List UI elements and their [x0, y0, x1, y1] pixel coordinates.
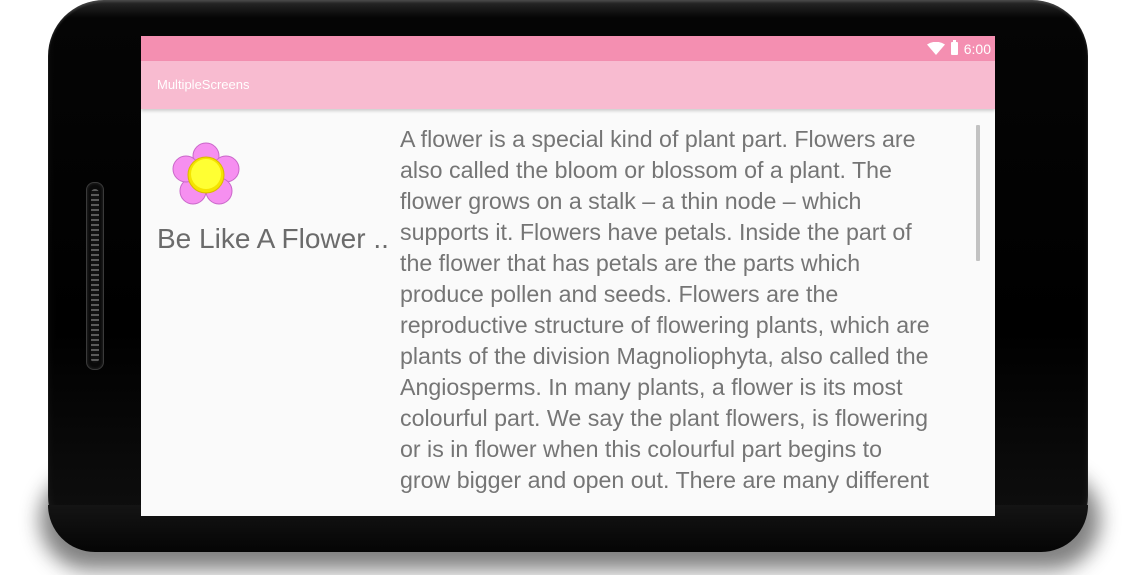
status-icons: 6:00	[926, 36, 991, 61]
description-line: plants of the division Magnoliophyta, al…	[400, 343, 929, 369]
flower-icon	[172, 142, 240, 205]
status-time: 6:00	[963, 40, 991, 57]
description-line: flower grows on a stalk – a thin node – …	[400, 188, 862, 214]
description-line: grow bigger and open out. There are many…	[400, 467, 929, 493]
device-screen: 6:00 MultipleScreens Be Like A Flower ..…	[141, 36, 995, 516]
page-heading: Be Like A Flower ..	[157, 223, 389, 254]
flower-description: A flower is a special kind of plant part…	[400, 124, 978, 496]
app-title: MultipleScreens	[157, 77, 250, 92]
description-line: Angiosperms. In many plants, a flower is…	[400, 374, 903, 400]
description-line: produce pollen and seeds. Flowers are th…	[400, 281, 839, 307]
app-bar: MultipleScreens	[141, 61, 995, 109]
speaker-grille	[86, 182, 104, 370]
wifi-icon	[926, 41, 945, 55]
description-line: reproductive structure of flowering plan…	[400, 312, 930, 338]
description-line: or is in flower when this colourful part…	[400, 436, 883, 462]
main-content[interactable]: Be Like A Flower .. A flower is a specia…	[141, 109, 995, 516]
description-line: supports it. Flowers have petals. Inside…	[400, 219, 912, 245]
description-line: the flower that has petals are the parts…	[400, 250, 861, 276]
description-line: A flower is a special kind of plant part…	[400, 126, 916, 152]
description-line: also called the bloom or blossom of a pl…	[400, 157, 892, 183]
status-bar: 6:00	[141, 36, 995, 61]
description-line: colourful part. We say the plant flowers…	[400, 405, 928, 431]
scrollbar[interactable]	[976, 125, 980, 261]
battery-icon	[950, 40, 958, 55]
